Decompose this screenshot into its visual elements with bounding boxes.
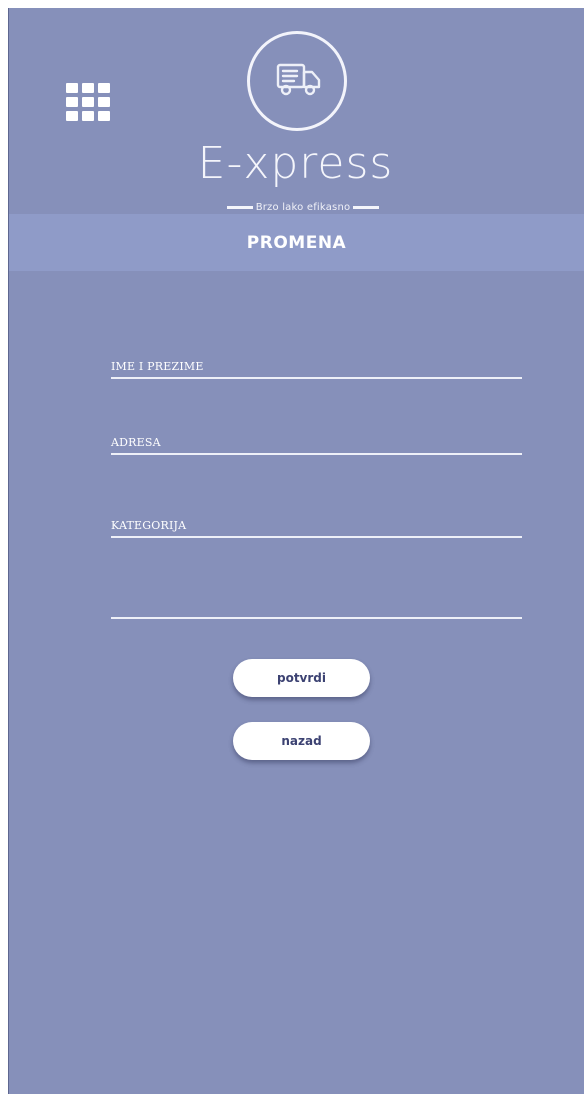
- tagline-divider-right: [353, 205, 380, 209]
- confirm-button[interactable]: potvrdi: [233, 659, 370, 697]
- extra-field[interactable]: [111, 593, 522, 619]
- tagline: Brzo lako efikasno: [255, 201, 351, 213]
- brand-name: E-xpress: [197, 138, 394, 189]
- page-title: PROMENA: [246, 232, 347, 253]
- app-screen: E-xpress Brzo lako efikasno PROMENA IME …: [8, 8, 584, 1094]
- logo: [247, 31, 347, 131]
- tagline-divider-left: [226, 205, 253, 209]
- page-title-band: PROMENA: [9, 214, 584, 271]
- category-field[interactable]: KATEGORIJA: [111, 512, 522, 538]
- category-field-label: KATEGORIJA: [111, 519, 187, 532]
- grid-menu-icon[interactable]: [66, 83, 112, 125]
- delivery-truck-icon: [276, 63, 321, 96]
- address-field[interactable]: ADRESA: [111, 429, 522, 455]
- back-button[interactable]: nazad: [233, 722, 370, 760]
- name-field-label: IME I PREZIME: [111, 360, 204, 373]
- name-field[interactable]: IME I PREZIME: [111, 353, 522, 379]
- tagline-row: Brzo lako efikasno: [205, 200, 401, 214]
- address-field-label: ADRESA: [111, 436, 161, 449]
